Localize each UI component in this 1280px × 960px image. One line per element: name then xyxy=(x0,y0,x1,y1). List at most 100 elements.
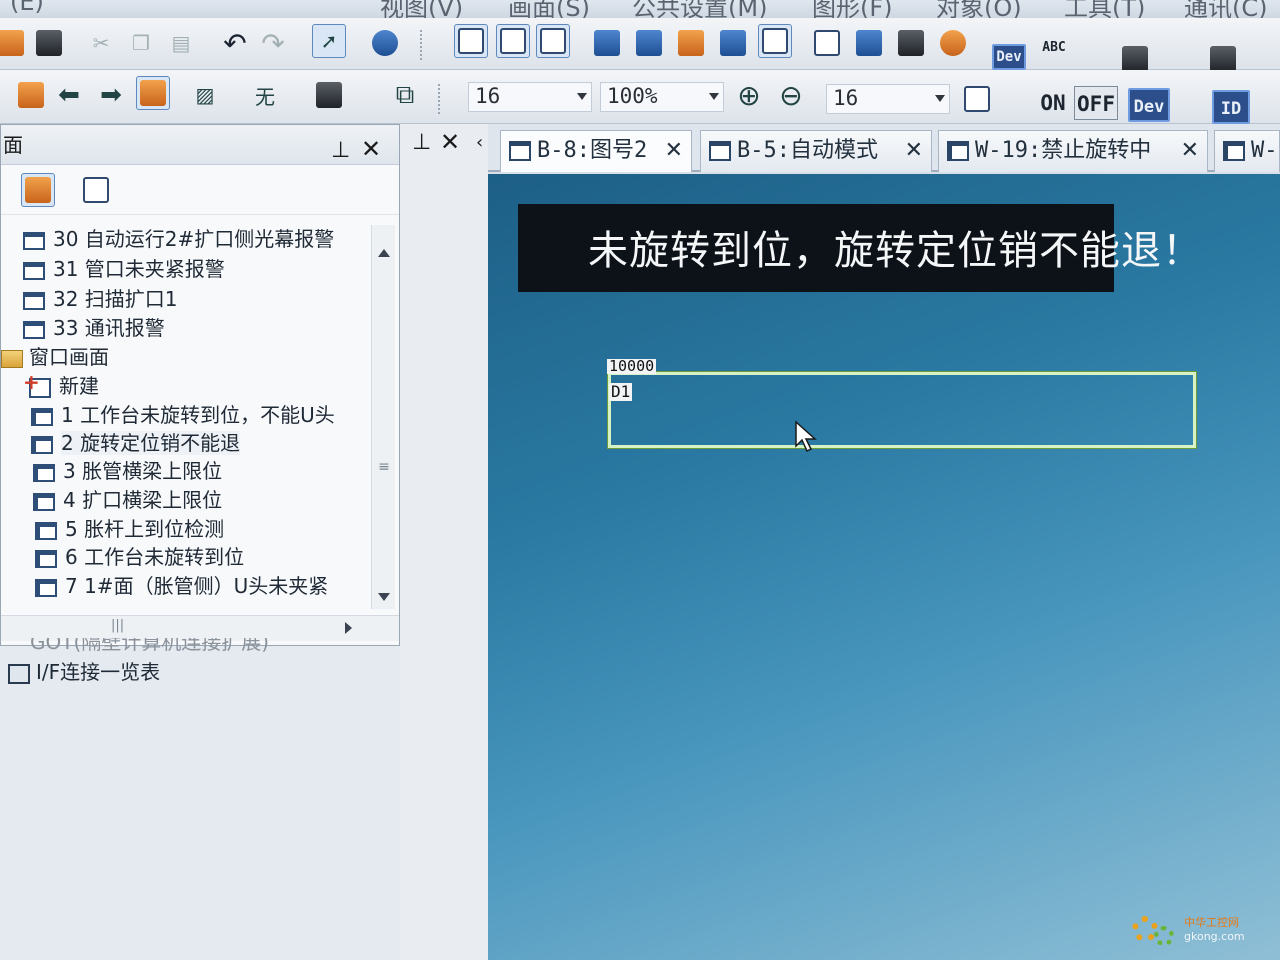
tab-b8[interactable]: B-8:图号2 ✕ xyxy=(500,130,692,172)
grid-size-value: 16 xyxy=(833,86,859,110)
scroll-grip-icon[interactable]: ||| xyxy=(111,618,124,633)
keyboard-icon[interactable] xyxy=(960,82,994,116)
tree-item[interactable]: 7 1#面（胀管侧）U头未夹紧 xyxy=(35,572,328,600)
screen-tree: 30 自动运行2#扩口侧光幕报警 31 管口未夹紧报警 32 扫描扩口1 33 … xyxy=(1,225,371,605)
tree-folder-window-screens[interactable]: 窗口画面 xyxy=(1,343,109,371)
tab-w19[interactable]: W-19:禁止旋转中 ✕ xyxy=(938,130,1208,172)
screen-canvas[interactable]: 未旋转到位，旋转定位销不能退！ 10000 D1 中华工控网 gkong.com xyxy=(488,174,1280,960)
font-size-value: 16 xyxy=(475,84,501,108)
window-screen-icon xyxy=(1223,141,1245,161)
library-icon[interactable] xyxy=(632,26,666,60)
screen-base-icon[interactable] xyxy=(454,24,488,58)
screen-property-icon[interactable] xyxy=(79,173,113,207)
tree-item[interactable]: 1 工作台未旋转到位，不能U头 xyxy=(31,401,335,429)
menu-tools[interactable]: 工具(T) xyxy=(1064,0,1145,18)
scroll-up-icon[interactable] xyxy=(378,249,390,257)
data-browser-icon[interactable] xyxy=(716,26,750,60)
separator xyxy=(420,30,424,60)
tree-item[interactable]: 6 工作台未旋转到位 xyxy=(35,543,244,571)
window-screen-icon xyxy=(33,463,55,482)
line-pattern-icon[interactable]: ▨ xyxy=(188,78,222,112)
menu-communication[interactable]: 通讯(C) xyxy=(1184,0,1267,18)
zoom-out-icon[interactable]: ⊖ xyxy=(774,78,808,112)
layer-icon[interactable] xyxy=(894,26,928,60)
dev-display-button[interactable]: Dev xyxy=(992,44,1026,70)
tree-item-if-list[interactable]: I/F连接一览表 xyxy=(8,656,160,684)
device-display-button[interactable]: Dev xyxy=(1128,88,1170,122)
tab-w-partial[interactable]: W- xyxy=(1214,130,1280,172)
menu-view[interactable]: 视图(V) xyxy=(380,0,463,18)
tree-item-selected[interactable]: 2 旋转定位销不能退 xyxy=(31,429,241,457)
zoom-rect-icon[interactable]: ⧉ xyxy=(388,78,422,112)
tree-item[interactable]: 3 胀管横梁上限位 xyxy=(33,457,222,485)
menu-figure[interactable]: 图形(F) xyxy=(812,0,893,18)
chevron-down-icon[interactable] xyxy=(577,93,587,100)
back-arrow-icon[interactable]: ⬅ xyxy=(52,78,86,112)
menu-edit[interactable]: (E) xyxy=(10,0,44,16)
tree-item[interactable]: 5 胀杆上到位检测 xyxy=(35,515,224,543)
close-icon[interactable]: ✕ xyxy=(665,131,683,171)
vertical-scrollbar[interactable]: ≡ xyxy=(371,225,395,609)
import-icon[interactable] xyxy=(14,78,48,112)
tree-item[interactable]: 30 自动运行2#扩口侧光幕报警 xyxy=(23,225,334,253)
delete-screen-icon[interactable] xyxy=(21,173,55,207)
tree-item[interactable]: 31 管口未夹紧报警 xyxy=(23,255,225,283)
figure-toolbar: ⬅ ➡ ▨ 无 ⧉ 16 100% ⊕ ⊖ 16 ON OFF Dev ID xyxy=(0,70,1280,124)
scroll-grip-icon[interactable]: ≡ xyxy=(375,459,393,475)
parts-icon[interactable] xyxy=(674,26,708,60)
palette-icon[interactable] xyxy=(936,26,970,60)
copy-icon[interactable]: ❐ xyxy=(124,26,158,60)
help-icon[interactable] xyxy=(368,26,402,60)
preview-icon[interactable] xyxy=(758,24,792,58)
redo-icon[interactable]: ↷ xyxy=(256,26,290,60)
font-size-combo[interactable]: 16 xyxy=(468,82,592,112)
menu-screen[interactable]: 画面(S) xyxy=(508,0,590,18)
window-screen-icon xyxy=(35,549,57,568)
paste-icon[interactable]: ▤ xyxy=(164,26,198,60)
pin-icon[interactable]: ⊥ xyxy=(412,130,431,155)
tree-item[interactable]: 4 扩口横梁上限位 xyxy=(33,486,222,514)
tree-item-new[interactable]: 新建 xyxy=(23,368,99,400)
undo-icon[interactable]: ↶ xyxy=(218,26,252,60)
watermark-text: 中华工控网 xyxy=(1184,916,1239,929)
object-icon[interactable] xyxy=(136,76,170,110)
id-display-button[interactable]: ID xyxy=(1212,90,1250,124)
zoom-in-icon[interactable]: ⊕ xyxy=(732,78,766,112)
tree-item[interactable]: 32 扫描扩口1 xyxy=(23,285,178,313)
tile-window-icon[interactable] xyxy=(852,26,886,60)
abc-display-button[interactable]: ABC xyxy=(1034,38,1074,58)
scroll-down-icon[interactable] xyxy=(378,593,390,601)
screen-property-icon[interactable] xyxy=(536,24,570,58)
cut-icon[interactable]: ✂ xyxy=(84,26,118,60)
screen-window-icon[interactable] xyxy=(496,24,530,58)
tab-b5[interactable]: B-5:自动模式 ✕ xyxy=(700,130,932,172)
base-screen-icon xyxy=(23,231,45,250)
chevron-down-icon[interactable] xyxy=(935,95,945,102)
select-pointer-icon[interactable]: ➚ xyxy=(312,24,346,58)
tab-scroll-left-icon[interactable]: ‹ xyxy=(476,132,483,153)
close-icon[interactable]: ✕ xyxy=(905,131,923,171)
grid-size-combo[interactable]: 16 xyxy=(826,84,950,114)
zoom-combo[interactable]: 100% xyxy=(600,82,724,112)
open-icon[interactable] xyxy=(0,26,28,60)
gear-icon xyxy=(1154,926,1174,946)
menu-common-settings[interactable]: 公共设置(M) xyxy=(632,0,767,18)
chevron-down-icon[interactable] xyxy=(709,93,719,100)
close-icon[interactable]: ✕ xyxy=(361,129,381,169)
comment-display[interactable]: 未旋转到位，旋转定位销不能退！ xyxy=(518,204,1202,292)
scroll-right-icon[interactable] xyxy=(345,622,352,634)
device-address: D1 xyxy=(609,382,633,401)
fill-color-icon[interactable] xyxy=(312,78,346,112)
overlap-window-icon[interactable] xyxy=(810,26,844,60)
close-icon[interactable]: ✕ xyxy=(440,128,460,156)
tree-item[interactable]: 33 通讯报警 xyxy=(23,314,165,342)
numeric-display-object[interactable]: 10000 D1 xyxy=(607,359,1197,449)
off-state-button[interactable]: OFF xyxy=(1074,86,1118,120)
device-list-icon[interactable] xyxy=(590,26,624,60)
menu-object[interactable]: 对象(O) xyxy=(936,0,1022,18)
forward-arrow-icon[interactable]: ➡ xyxy=(94,78,128,112)
close-icon[interactable]: ✕ xyxy=(1181,131,1199,171)
save-icon[interactable] xyxy=(32,26,66,60)
on-state-button[interactable]: ON xyxy=(1034,86,1072,120)
line-style-combo[interactable]: 无 xyxy=(248,78,282,112)
